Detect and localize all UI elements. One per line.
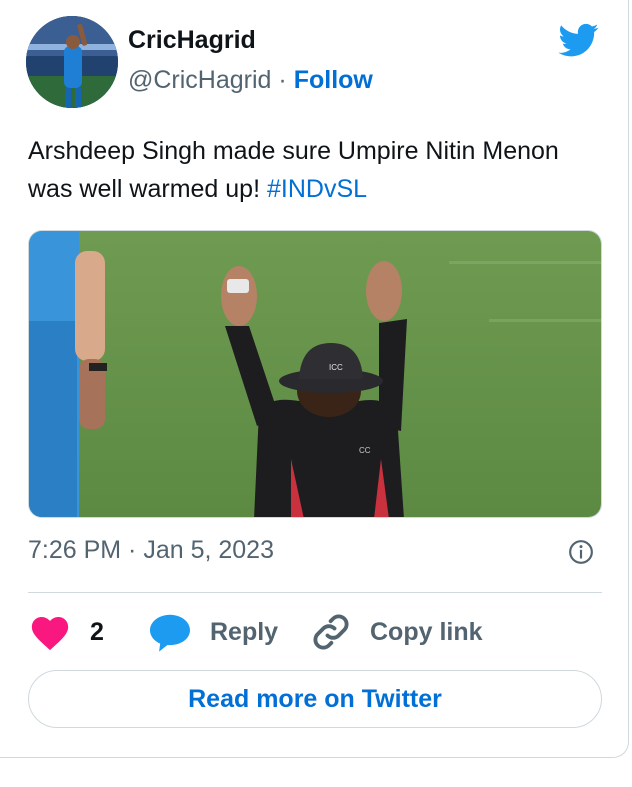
copy-link-button[interactable]: Copy link xyxy=(310,610,483,654)
shirt-logo: CC xyxy=(359,446,371,455)
read-more-button[interactable]: Read more on Twitter xyxy=(28,670,602,728)
reply-button[interactable]: Reply xyxy=(148,610,278,654)
tweet-timestamp[interactable]: 7:26 PM · Jan 5, 2023 xyxy=(28,536,274,565)
twitter-bird-icon[interactable] xyxy=(556,20,602,60)
divider xyxy=(28,592,602,593)
like-count: 2 xyxy=(90,617,104,646)
avatar[interactable] xyxy=(26,16,118,108)
separator-dot: · xyxy=(278,66,287,94)
author-handle-row: @CricHagrid · Follow xyxy=(128,66,373,95)
like-button[interactable]: 2 xyxy=(28,610,104,654)
tweet-media[interactable]: ICC CC xyxy=(28,230,602,518)
link-icon xyxy=(313,614,349,650)
copy-link-label: Copy link xyxy=(370,617,483,646)
umpire-photo: ICC CC xyxy=(29,231,601,517)
avatar-image xyxy=(26,16,118,108)
info-icon[interactable] xyxy=(568,539,594,565)
author-name[interactable]: CricHagrid xyxy=(128,26,256,55)
tweet-text: Arshdeep Singh made sure Umpire Nitin Me… xyxy=(28,132,608,208)
follow-button[interactable]: Follow xyxy=(294,66,373,94)
author-handle[interactable]: @CricHagrid xyxy=(128,66,271,94)
hat-badge: ICC xyxy=(329,363,343,372)
reply-label: Reply xyxy=(210,617,279,646)
hashtag-link[interactable]: #INDvSL xyxy=(267,175,367,203)
reply-bubble-icon xyxy=(150,614,190,652)
tweet-card: CricHagrid @CricHagrid · Follow Arshdeep… xyxy=(0,0,629,758)
heart-icon xyxy=(31,616,69,651)
